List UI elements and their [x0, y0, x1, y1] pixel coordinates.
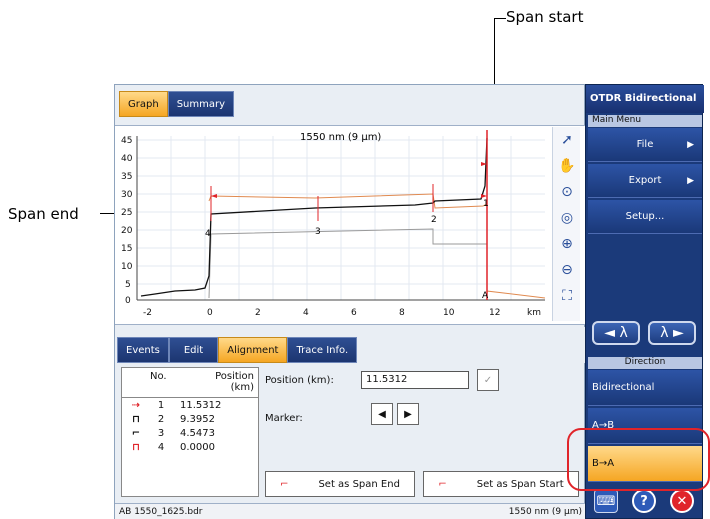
- zoom-out-icon[interactable]: ⊖: [555, 258, 579, 282]
- highlight-b-to-a: [567, 428, 710, 491]
- zoom-region-icon[interactable]: ⛶: [555, 284, 579, 308]
- y-tick-20: 20: [121, 226, 133, 236]
- x-tick-8: 8: [399, 308, 405, 318]
- y-tick-5: 5: [125, 280, 131, 290]
- y-tick-40: 40: [121, 154, 133, 164]
- span-start-callout-line-h: [494, 18, 506, 19]
- set-span-start-button[interactable]: ⌐ Set as Span Start: [423, 471, 579, 497]
- otdr-trace-plot[interactable]: 1 2 3 4 A 1550 nm (9 µm) 45 40 35 30 25 …: [115, 126, 550, 324]
- x-axis-unit: km: [527, 308, 541, 318]
- set-span-end-button[interactable]: ⌐ Set as Span End: [265, 471, 415, 497]
- chevron-right-icon: ▶: [687, 139, 694, 150]
- close-icon[interactable]: ✕: [670, 489, 694, 513]
- span-end-icon: ⊓: [132, 441, 140, 453]
- event-label-1: 1: [483, 199, 489, 209]
- table-row[interactable]: ⌐ 3 4.5473: [122, 426, 258, 440]
- chevron-right-icon: ▶: [687, 175, 694, 186]
- trace-orange: [208, 193, 546, 299]
- span-start-icon: ⌐: [438, 478, 447, 490]
- non-reflective-event-icon: ⌐: [131, 427, 141, 439]
- direction-bidirectional[interactable]: Bidirectional: [588, 370, 702, 406]
- x-tick-0: 0: [207, 308, 213, 318]
- menu-file[interactable]: File ▶: [588, 128, 702, 162]
- y-tick-30: 30: [121, 190, 133, 200]
- graph-tabbar: Graph Summary: [119, 89, 235, 117]
- help-icon[interactable]: ?: [632, 489, 656, 513]
- otdr-graph[interactable]: 1 2 3 4 A 1550 nm (9 µm) 45 40 35 30 25 …: [115, 125, 586, 325]
- direction-label: Direction: [588, 357, 702, 369]
- trace-gray: [208, 228, 488, 299]
- marker-right-button[interactable]: ▶: [397, 403, 419, 425]
- y-tick-25: 25: [121, 208, 132, 218]
- span-end-icon: ⌐: [280, 478, 289, 490]
- zoom-in-icon[interactable]: ⊕: [555, 232, 579, 256]
- span-end-callout: Span end: [8, 205, 79, 223]
- position-label: Position (km):: [265, 375, 334, 386]
- otdr-main-window: Graph Summary 1 2 3 4 A 1550 nm (9 µm) 4…: [114, 84, 588, 519]
- next-wavelength-button[interactable]: λ ►: [648, 321, 696, 345]
- menu-export[interactable]: Export ▶: [588, 164, 702, 198]
- marker-label: Marker:: [265, 413, 303, 424]
- table-row[interactable]: ⊓ 2 9.3952: [122, 412, 258, 426]
- x-tick-4: 4: [303, 308, 309, 318]
- x-tick-6: 6: [351, 308, 357, 318]
- col-no: No.: [150, 371, 167, 382]
- col-position-unit: (km): [230, 382, 254, 393]
- app-title: OTDR Bidirectional: [586, 85, 704, 113]
- x-tick-12: 12: [489, 308, 500, 318]
- pointer-icon[interactable]: ➚: [555, 128, 579, 152]
- event-label-2: 2: [431, 215, 437, 225]
- graph-title: 1550 nm (9 µm): [300, 132, 381, 143]
- events-table-header: No. Position (km): [122, 368, 258, 398]
- y-tick-35: 35: [121, 172, 132, 182]
- tab-trace-info[interactable]: Trace Info.: [287, 337, 358, 363]
- lower-tabbar: Events Edit Alignment Trace Info.: [117, 327, 588, 363]
- span-start-icon: ⇢: [131, 399, 141, 411]
- confirm-position-button[interactable]: ✓: [477, 369, 499, 391]
- y-tick-10: 10: [121, 262, 133, 272]
- marker-left-button[interactable]: ◀: [371, 403, 393, 425]
- table-row[interactable]: ⊓ 4 0.0000: [122, 440, 258, 454]
- menu-setup[interactable]: Setup...: [588, 200, 702, 234]
- prev-wavelength-button[interactable]: ◄ λ: [592, 321, 640, 345]
- x-tick-10: 10: [443, 308, 455, 318]
- keyboard-icon[interactable]: ⌨: [594, 489, 618, 513]
- main-menu-label: Main Menu: [588, 115, 702, 127]
- table-row[interactable]: ⇢ 1 11.5312: [122, 398, 258, 412]
- status-bar: AB 1550_1625.bdr 1550 nm (9 µm): [115, 503, 586, 519]
- event-label-3: 3: [315, 227, 321, 237]
- col-position: Position: [215, 371, 254, 382]
- graph-toolstrip: ➚ ✋ ⊙ ◎ ⊕ ⊖ ⛶: [552, 127, 580, 321]
- tab-alignment[interactable]: Alignment: [218, 337, 288, 363]
- y-tick-15: 15: [121, 244, 132, 254]
- x-tick-2: 2: [255, 308, 261, 318]
- x-tick-neg2: -2: [143, 308, 152, 318]
- tab-edit[interactable]: Edit: [168, 337, 219, 363]
- events-table: No. Position (km) ⇢ 1 11.5312 ⊓ 2 9.3952…: [121, 367, 259, 497]
- position-input[interactable]: 11.5312: [361, 371, 469, 389]
- zoom-fit-icon[interactable]: ⊙: [555, 180, 579, 204]
- status-wavelength: 1550 nm (9 µm): [508, 506, 582, 517]
- hand-pan-icon[interactable]: ✋: [555, 154, 579, 178]
- event-label-a: A: [482, 291, 489, 301]
- reflective-event-icon: ⊓: [132, 413, 140, 425]
- event-label-4: 4: [205, 229, 211, 239]
- zoom-1to1-icon[interactable]: ◎: [555, 206, 579, 230]
- y-tick-45: 45: [121, 136, 132, 146]
- tab-summary[interactable]: Summary: [167, 91, 235, 117]
- status-file: AB 1550_1625.bdr: [119, 506, 203, 517]
- tab-graph[interactable]: Graph: [119, 91, 168, 117]
- span-start-callout: Span start: [506, 8, 584, 26]
- tab-events[interactable]: Events: [117, 337, 169, 363]
- y-tick-0: 0: [125, 296, 131, 306]
